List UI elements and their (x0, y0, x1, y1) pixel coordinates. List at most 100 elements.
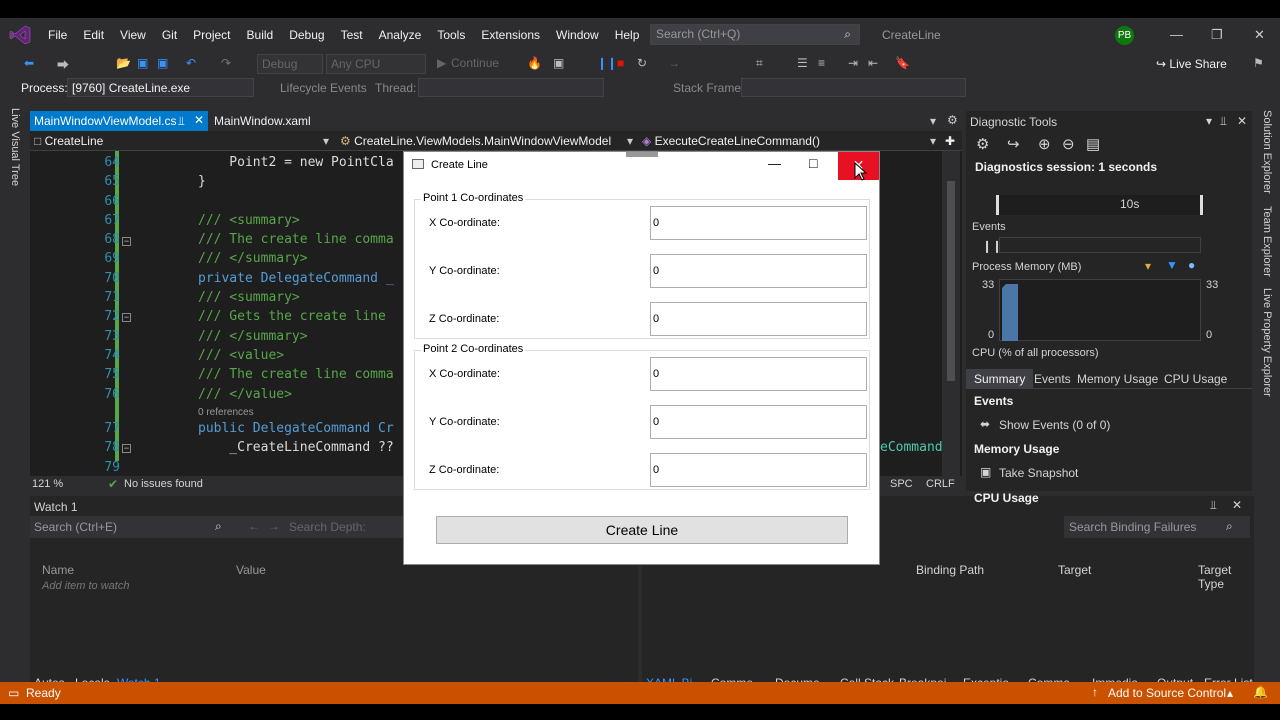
column-value[interactable]: Value (236, 563, 266, 577)
save-all-icon[interactable]: ▣ (157, 56, 168, 70)
undo-icon[interactable]: ↶ (186, 56, 196, 70)
fold-toggle[interactable]: − (122, 237, 131, 246)
cpu-section-label[interactable]: CPU (% of all processors) (972, 347, 1099, 359)
stack-frame-select[interactable] (741, 78, 966, 97)
chevron-up-icon[interactable]: ▴ (1227, 686, 1233, 700)
vertical-scrollbar[interactable] (942, 151, 960, 476)
references-codelens[interactable]: 0 references (198, 407, 254, 418)
close-icon[interactable]: ✕ (1232, 498, 1242, 512)
continue-button[interactable]: Continue (451, 56, 499, 70)
zoom-in-icon[interactable]: ⊕ (1038, 135, 1051, 153)
create-line-button[interactable]: Create Line (436, 516, 848, 544)
tab-mainwindowviewmodel[interactable]: MainWindowViewModel.cs ⫫ ✕ (30, 111, 208, 131)
settings-icon[interactable]: ⚙ (976, 135, 989, 153)
back-icon[interactable]: ⬅ (24, 56, 34, 70)
point1-z-input[interactable]: 0 (650, 302, 867, 336)
tab-memory-usage[interactable]: Memory Usage (1077, 372, 1158, 386)
project-chevron-down-icon[interactable]: ▾ (323, 134, 329, 148)
platform-select[interactable]: Any CPU (326, 54, 426, 74)
add-to-source-control-button[interactable]: Add to Source Control (1108, 686, 1226, 700)
lifecycle-events-button[interactable]: Lifecycle Events (280, 81, 367, 95)
menu-analyze[interactable]: Analyze (371, 26, 430, 44)
solution-explorer-tab[interactable]: Solution Explorer (1261, 110, 1273, 194)
format-icon[interactable]: ☰ (797, 56, 808, 70)
indent-icon[interactable]: ⇥ (848, 56, 858, 70)
forward-icon[interactable]: → (268, 519, 280, 533)
outdent-icon[interactable]: ⇤ (868, 56, 878, 70)
restore-icon[interactable]: ❐ (1211, 27, 1223, 43)
minimize-icon[interactable]: — (1170, 27, 1183, 42)
stop-icon[interactable]: ■ (617, 56, 624, 70)
close-icon[interactable]: ✕ (1254, 27, 1265, 43)
column-name[interactable]: Name (42, 563, 74, 577)
avatar[interactable]: PB (1115, 26, 1134, 45)
breakpoint-group-icon[interactable]: ⌗ (756, 56, 763, 71)
open-folder-icon[interactable]: 📂 (116, 56, 131, 70)
notification-bell-icon[interactable]: 🔔 (1253, 685, 1268, 699)
tab-close-icon[interactable]: ✕ (194, 113, 204, 127)
export-icon[interactable]: ↪ (1007, 135, 1020, 153)
pin-icon[interactable]: ⫫ (1220, 114, 1227, 129)
binding-search-input[interactable]: Search Binding Failures ⌕ (1064, 516, 1250, 538)
point2-z-input[interactable]: 0 (650, 453, 867, 487)
member-chevron-down-icon[interactable]: ▾ (930, 134, 936, 148)
config-select[interactable]: Debug (257, 54, 323, 74)
memory-section-label[interactable]: Process Memory (MB) (972, 261, 1081, 273)
fold-toggle[interactable]: − (122, 313, 131, 322)
spc-indicator[interactable]: SPC (890, 478, 913, 490)
tab-summary[interactable]: Summary (966, 369, 1034, 389)
live-property-explorer-tab[interactable]: Live Property Explorer (1261, 288, 1273, 397)
point1-y-input[interactable]: 0 (650, 254, 867, 288)
menu-test[interactable]: Test (333, 26, 371, 44)
search-icon[interactable]: ⌕ (1226, 519, 1233, 534)
zoom-select[interactable]: 121 % (32, 478, 63, 490)
minimize-icon[interactable]: — (768, 156, 781, 171)
crlf-indicator[interactable]: CRLF (926, 478, 955, 490)
scrollbar-thumb[interactable] (947, 181, 955, 381)
bookmark-icon[interactable]: 🔖 (895, 56, 910, 70)
menu-view[interactable]: View (112, 26, 154, 44)
column-binding-path[interactable]: Binding Path (916, 563, 984, 577)
tab-cpu-usage[interactable]: CPU Usage (1164, 372, 1227, 386)
menu-build[interactable]: Build (239, 26, 282, 44)
menu-debug[interactable]: Debug (281, 26, 332, 44)
issues-status[interactable]: No issues found (124, 478, 203, 490)
redo-icon[interactable]: ↷ (221, 56, 231, 70)
class-select[interactable]: ⚙ CreateLine.ViewModels.MainWindowViewMo… (340, 134, 611, 148)
show-events-link[interactable]: Show Events (0 of 0) (999, 418, 1110, 432)
save-icon[interactable]: ▣ (137, 56, 148, 70)
point2-x-input[interactable]: 0 (650, 357, 867, 391)
member-select[interactable]: ◈ ExecuteCreateLineCommand() (642, 134, 820, 148)
timeline-end-handle[interactable] (1200, 195, 1203, 215)
drag-handle[interactable] (626, 152, 658, 157)
tab-list-chevron-down-icon[interactable]: ▾ (930, 114, 936, 128)
back-icon[interactable]: ← (248, 519, 260, 533)
live-visual-tree-tab[interactable]: Live Visual Tree (9, 108, 21, 186)
timeline-start-handle[interactable] (996, 195, 999, 215)
live-share-button[interactable]: ↪ Live Share (1156, 57, 1227, 71)
process-select[interactable]: [9760] CreateLine.exe (67, 78, 254, 97)
menu-edit[interactable]: Edit (75, 26, 112, 44)
class-chevron-down-icon[interactable]: ▾ (627, 134, 633, 148)
hot-reload-icon[interactable]: 🔥 (527, 56, 542, 70)
camera-icon[interactable]: ▣ (553, 56, 564, 70)
reset-zoom-icon[interactable]: ▤ (1086, 135, 1100, 153)
take-snapshot-link[interactable]: Take Snapshot (999, 466, 1078, 480)
restart-icon[interactable]: ↻ (637, 56, 647, 70)
menu-tools[interactable]: Tools (429, 26, 473, 44)
pin-icon[interactable]: ⫫ (178, 114, 185, 129)
continue-icon[interactable]: ▶ (437, 56, 446, 70)
column-target-type[interactable]: Target Type (1198, 563, 1254, 591)
menu-extensions[interactable]: Extensions (473, 26, 548, 44)
feedback-icon[interactable]: ⚑ (1253, 56, 1264, 70)
column-target[interactable]: Target (1058, 563, 1091, 577)
gear-icon[interactable]: ⚙ (947, 113, 958, 127)
add-watch-item[interactable]: Add item to watch (42, 580, 129, 592)
thread-select[interactable] (418, 78, 604, 97)
show-next-statement-icon[interactable]: → (668, 56, 680, 70)
tab-mainwindow-xaml[interactable]: MainWindow.xaml (214, 114, 311, 128)
events-section-label[interactable]: Events (972, 221, 1006, 233)
split-icon[interactable]: ✚ (945, 134, 955, 148)
project-select[interactable]: □ CreateLine (34, 134, 103, 148)
menu-help[interactable]: Help (607, 26, 648, 44)
